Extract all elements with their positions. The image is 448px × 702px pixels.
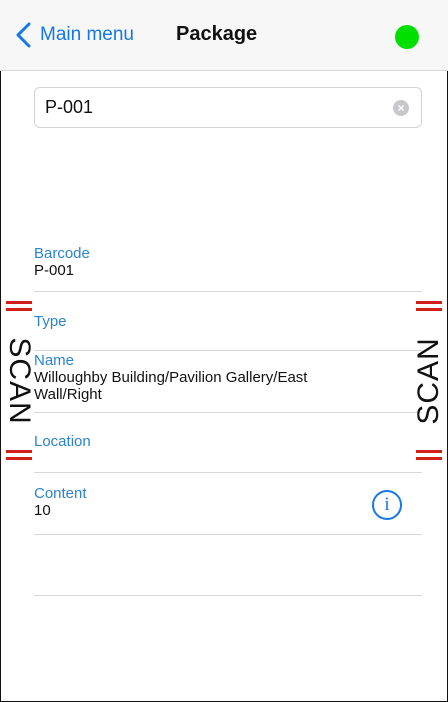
scan-bars-top <box>6 296 32 314</box>
name-label: Name <box>34 352 75 369</box>
name-value-line2: Wall/Right <box>34 386 102 403</box>
divider <box>34 534 422 535</box>
divider <box>34 291 422 292</box>
field-type: Type <box>34 313 422 330</box>
status-indicator <box>395 25 419 49</box>
scan-bars-bottom <box>416 448 442 466</box>
info-icon[interactable]: i <box>372 490 402 520</box>
scan-label-right: SCAN <box>412 337 445 425</box>
clear-icon[interactable]: × <box>393 100 409 116</box>
location-label: Location <box>34 433 91 450</box>
divider <box>34 595 422 596</box>
chevron-left-icon <box>16 22 31 48</box>
field-name: Name Willoughby Building/Pavilion Galler… <box>34 352 422 403</box>
barcode-value: P-001 <box>34 262 75 279</box>
divider <box>34 412 422 413</box>
barcode-search-field[interactable]: × <box>34 87 422 128</box>
scan-bars-bottom <box>6 448 32 466</box>
divider <box>34 472 422 473</box>
scan-label-left: SCAN <box>3 337 36 425</box>
scan-button-right[interactable]: SCAN <box>412 296 446 466</box>
divider <box>34 350 422 351</box>
name-value-line1: Willoughby Building/Pavilion Gallery/Eas… <box>34 369 308 386</box>
scan-bars-top <box>416 296 442 314</box>
field-location: Location <box>34 433 422 450</box>
content-value: 10 <box>34 502 51 519</box>
content-label: Content <box>34 485 87 502</box>
field-content: Content 10 <box>34 485 422 519</box>
barcode-search-input[interactable] <box>45 88 375 127</box>
back-button-label: Main menu <box>40 24 134 45</box>
field-barcode: Barcode P-001 <box>34 245 422 279</box>
back-button[interactable]: Main menu <box>14 18 134 52</box>
barcode-label: Barcode <box>34 245 90 262</box>
type-label: Type <box>34 313 67 330</box>
page-title: Package <box>176 23 258 45</box>
scan-button-left[interactable]: SCAN <box>2 296 36 466</box>
navigation-bar: Main menu Package <box>0 0 448 71</box>
